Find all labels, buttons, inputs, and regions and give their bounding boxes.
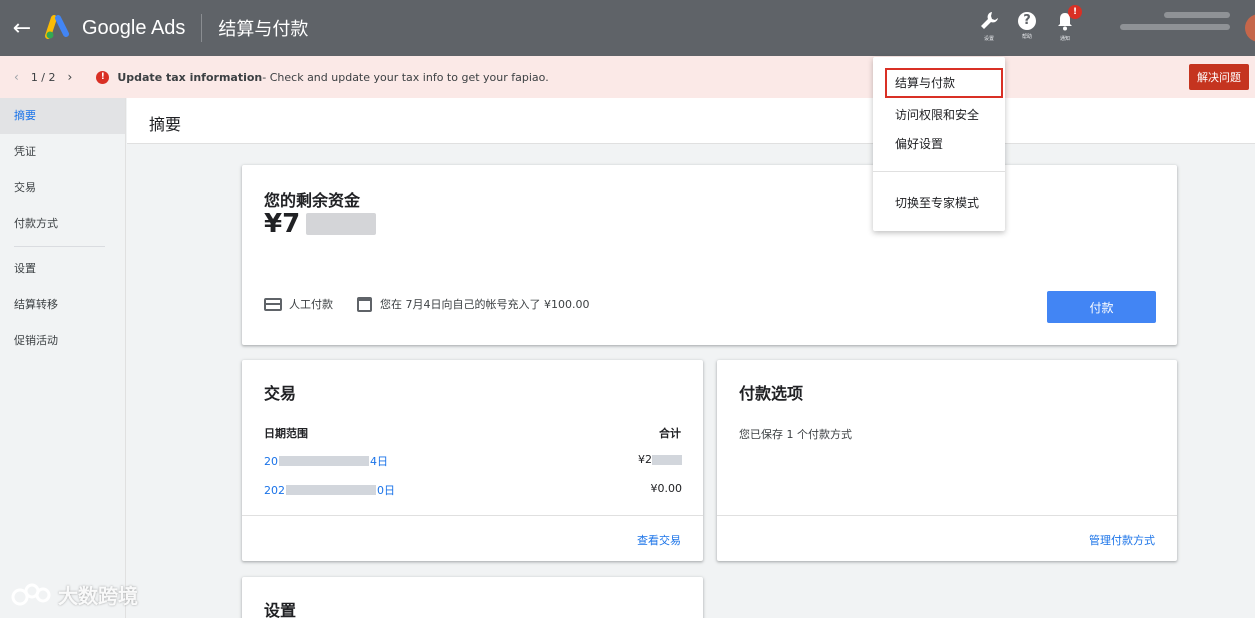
sidebar-divider (14, 246, 105, 247)
calendar-icon (357, 296, 372, 312)
sidebar-item-settings[interactable]: 设置 (0, 251, 125, 287)
top-app-bar: ← Google Ads 结算与付款 设置 ? 帮助 ! 通知 (0, 0, 1255, 56)
account-info-redacted[interactable] (1120, 12, 1230, 42)
transactions-card-footer: 查看交易 (242, 515, 703, 561)
sidebar-nav: 摘要 凭证 交易 付款方式 设置 结算转移 促销活动 (0, 98, 126, 618)
table-row: 20 4日 ¥2 (264, 453, 682, 471)
funds-title: 您的剩余资金 (264, 191, 361, 210)
manage-payment-methods-link[interactable]: 管理付款方式 (1089, 532, 1155, 548)
avatar[interactable] (1245, 14, 1255, 42)
menu-item-billing-payments[interactable]: 结算与付款 (885, 68, 1003, 98)
chevron-left-icon[interactable]: ‹ (14, 70, 19, 84)
transaction-amount: ¥2 (638, 453, 682, 466)
sidebar-item-summary[interactable]: 摘要 (0, 98, 125, 134)
help-icon-label: 帮助 (1021, 34, 1032, 40)
tools-dropdown-menu: 结算与付款 访问权限和安全 偏好设置 切换至专家模式 (873, 57, 1005, 231)
sidebar-item-documents[interactable]: 凭证 (0, 134, 125, 170)
tax-notice-bar: ‹ 1 / 2 › ! Update tax information - Che… (0, 56, 1255, 98)
wrench-icon-label: 设置 (983, 36, 994, 42)
payment-options-title: 付款选项 (739, 384, 804, 403)
transactions-title: 交易 (264, 384, 297, 403)
notification-badge: ! (1068, 5, 1082, 19)
watermark-text: 大数跨境 (58, 584, 138, 608)
credit-card-icon (264, 297, 282, 311)
view-transactions-link[interactable]: 查看交易 (637, 532, 681, 548)
settings-card: 设置 (242, 577, 703, 618)
wrench-icon[interactable]: 设置 (970, 0, 1008, 56)
notice-title: Update tax information (117, 70, 263, 84)
date-range-header: 日期范围 (264, 427, 308, 440)
watermark-logo-icon (11, 583, 51, 605)
bell-icon[interactable]: ! 通知 (1046, 0, 1084, 56)
menu-item-access-security[interactable]: 访问权限和安全 (895, 106, 979, 123)
title-divider (201, 14, 203, 42)
funds-amount: ¥7 (264, 209, 377, 239)
notice-pager: ‹ 1 / 2 › (14, 70, 72, 84)
amount-redacted (306, 213, 377, 235)
page-heading: 结算与付款 (218, 19, 309, 40)
menu-divider (873, 171, 1005, 172)
menu-item-expert-mode[interactable]: 切换至专家模式 (895, 194, 979, 211)
top-icons: 设置 ? 帮助 ! 通知 (970, 0, 1084, 56)
saved-methods-text: 您已保存 1 个付款方式 (739, 428, 852, 441)
transaction-date-link[interactable]: 20 4日 (264, 453, 682, 469)
sidebar-item-transactions[interactable]: 交易 (0, 170, 125, 206)
table-row: 202 0日 ¥0.00 (264, 482, 682, 500)
payment-method-label: 人工付款 (289, 298, 333, 311)
question-mark-glyph: ? (1018, 12, 1036, 30)
remaining-funds-card: 您的剩余资金 ¥7 人工付款 您在 7月4日向自己的帐号充入了 ¥100.00 … (242, 165, 1177, 345)
payment-options-card: 付款选项 您已保存 1 个付款方式 管理付款方式 (717, 360, 1177, 561)
sidebar-item-billing-transfer[interactable]: 结算转移 (0, 287, 125, 323)
chevron-right-icon[interactable]: › (68, 70, 73, 84)
payment-options-card-footer: 管理付款方式 (717, 515, 1177, 561)
sidebar-item-promotions[interactable]: 促销活动 (0, 323, 125, 359)
bell-icon-label: 通知 (1059, 36, 1070, 42)
payment-info-row: 人工付款 您在 7月4日向自己的帐号充入了 ¥100.00 (264, 296, 589, 312)
help-icon[interactable]: ? 帮助 (1008, 0, 1046, 56)
error-icon: ! (96, 70, 110, 84)
page-title: 摘要 (149, 115, 182, 134)
watermark: 大数跨境 (10, 580, 138, 609)
transactions-card: 交易 日期范围 合计 20 4日 ¥2 202 0日 ¥0.00 查看交易 (242, 360, 703, 561)
back-arrow-icon[interactable]: ← (2, 0, 42, 56)
transaction-amount: ¥0.00 (650, 482, 683, 495)
menu-item-preferences[interactable]: 偏好设置 (895, 135, 943, 152)
total-header: 合计 (659, 427, 681, 440)
funds-amount-value: ¥7 (264, 209, 301, 239)
settings-title: 设置 (264, 601, 297, 618)
last-payment-text: 您在 7月4日向自己的帐号充入了 ¥100.00 (380, 298, 590, 311)
sidebar-item-payment-methods[interactable]: 付款方式 (0, 206, 125, 242)
make-payment-button[interactable]: 付款 (1047, 291, 1156, 323)
brand-name: Google Ads (82, 16, 186, 39)
transaction-date-link[interactable]: 202 0日 (264, 482, 682, 498)
main-header: 摘要 (127, 98, 1255, 144)
notice-text: - Check and update your tax info to get … (262, 70, 549, 84)
pager-count: 1 / 2 (30, 70, 56, 84)
google-ads-logo[interactable] (44, 14, 72, 42)
resolve-issue-button[interactable]: 解决问题 (1189, 64, 1249, 90)
